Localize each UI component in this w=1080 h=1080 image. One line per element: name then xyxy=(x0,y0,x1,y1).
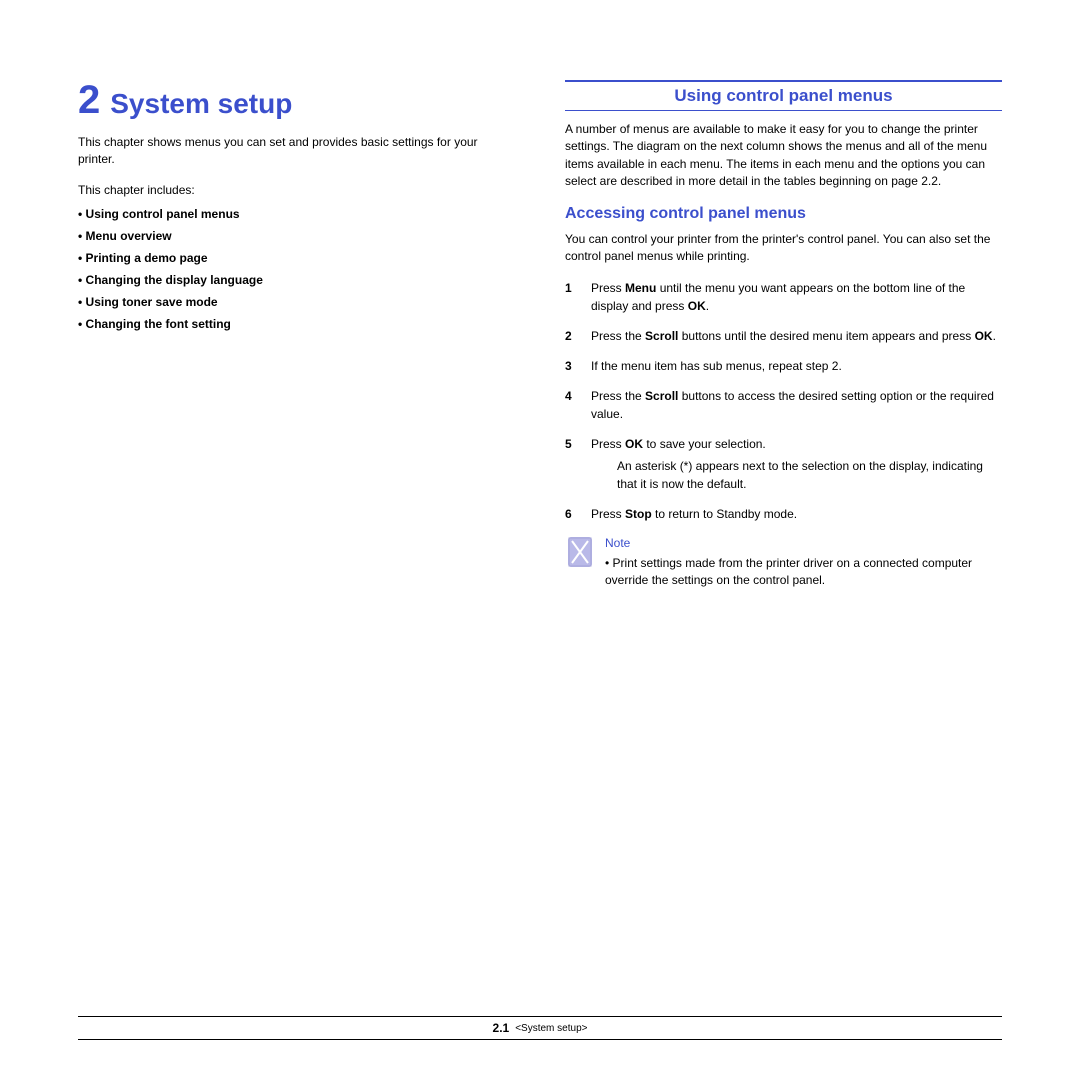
section-heading-bar: Using control panel menus xyxy=(565,80,1002,111)
note-text: Print settings made from the printer dri… xyxy=(605,555,1002,590)
step-number: 5 xyxy=(565,435,572,453)
two-column-layout: 2 System setup This chapter shows menus … xyxy=(78,80,1002,590)
step-item: 5 Press OK to save your selection. An as… xyxy=(565,435,1002,493)
toc-item[interactable]: Using toner save mode xyxy=(78,295,515,309)
toc-item[interactable]: Printing a demo page xyxy=(78,251,515,265)
right-column: Using control panel menus A number of me… xyxy=(565,80,1002,590)
toc-item[interactable]: Changing the display language xyxy=(78,273,515,287)
step-extra-text: An asterisk (*) appears next to the sele… xyxy=(617,457,1002,493)
step-text: Press Menu until the menu you want appea… xyxy=(591,281,965,313)
step-item: 3 If the menu item has sub menus, repeat… xyxy=(565,357,1002,375)
note-icon xyxy=(565,535,595,569)
chapter-heading: 2 System setup xyxy=(78,80,515,120)
step-text: Press the Scroll buttons until the desir… xyxy=(591,329,996,343)
step-item: 2 Press the Scroll buttons until the des… xyxy=(565,327,1002,345)
chapter-title: System setup xyxy=(110,90,292,118)
note-label: Note xyxy=(605,535,1002,552)
toc-item[interactable]: Menu overview xyxy=(78,229,515,243)
step-item: 6 Press Stop to return to Standby mode. xyxy=(565,505,1002,523)
step-number: 2 xyxy=(565,327,572,345)
step-number: 3 xyxy=(565,357,572,375)
footer-crumb: <System setup> xyxy=(515,1023,587,1034)
step-text: Press the Scroll buttons to access the d… xyxy=(591,389,994,421)
subsection-title: Accessing control panel menus xyxy=(565,205,1002,223)
step-number: 6 xyxy=(565,505,572,523)
subsection-paragraph: You can control your printer from the pr… xyxy=(565,231,1002,266)
section-title: Using control panel menus xyxy=(674,86,892,105)
note-block: Note Print settings made from the printe… xyxy=(565,535,1002,589)
chapter-number: 2 xyxy=(78,80,100,120)
note-body: Note Print settings made from the printe… xyxy=(605,535,1002,589)
section-paragraph: A number of menus are available to make … xyxy=(565,121,1002,191)
step-text: Press Stop to return to Standby mode. xyxy=(591,507,797,521)
step-number: 4 xyxy=(565,387,572,405)
step-number: 1 xyxy=(565,279,572,297)
page-footer: 2.1 <System setup> xyxy=(78,1016,1002,1040)
left-column: 2 System setup This chapter shows menus … xyxy=(78,80,515,590)
chapter-intro: This chapter shows menus you can set and… xyxy=(78,134,515,169)
toc-item[interactable]: Using control panel menus xyxy=(78,207,515,221)
step-text: If the menu item has sub menus, repeat s… xyxy=(591,359,842,373)
manual-page: 2 System setup This chapter shows menus … xyxy=(0,0,1080,1080)
page-number: 2.1 xyxy=(493,1021,510,1035)
steps-list: 1 Press Menu until the menu you want app… xyxy=(565,279,1002,523)
step-text: Press OK to save your selection. xyxy=(591,437,766,451)
toc-item[interactable]: Changing the font setting xyxy=(78,317,515,331)
chapter-toc: Using control panel menus Menu overview … xyxy=(78,207,515,331)
includes-label: This chapter includes: xyxy=(78,183,515,197)
step-item: 4 Press the Scroll buttons to access the… xyxy=(565,387,1002,423)
step-item: 1 Press Menu until the menu you want app… xyxy=(565,279,1002,315)
